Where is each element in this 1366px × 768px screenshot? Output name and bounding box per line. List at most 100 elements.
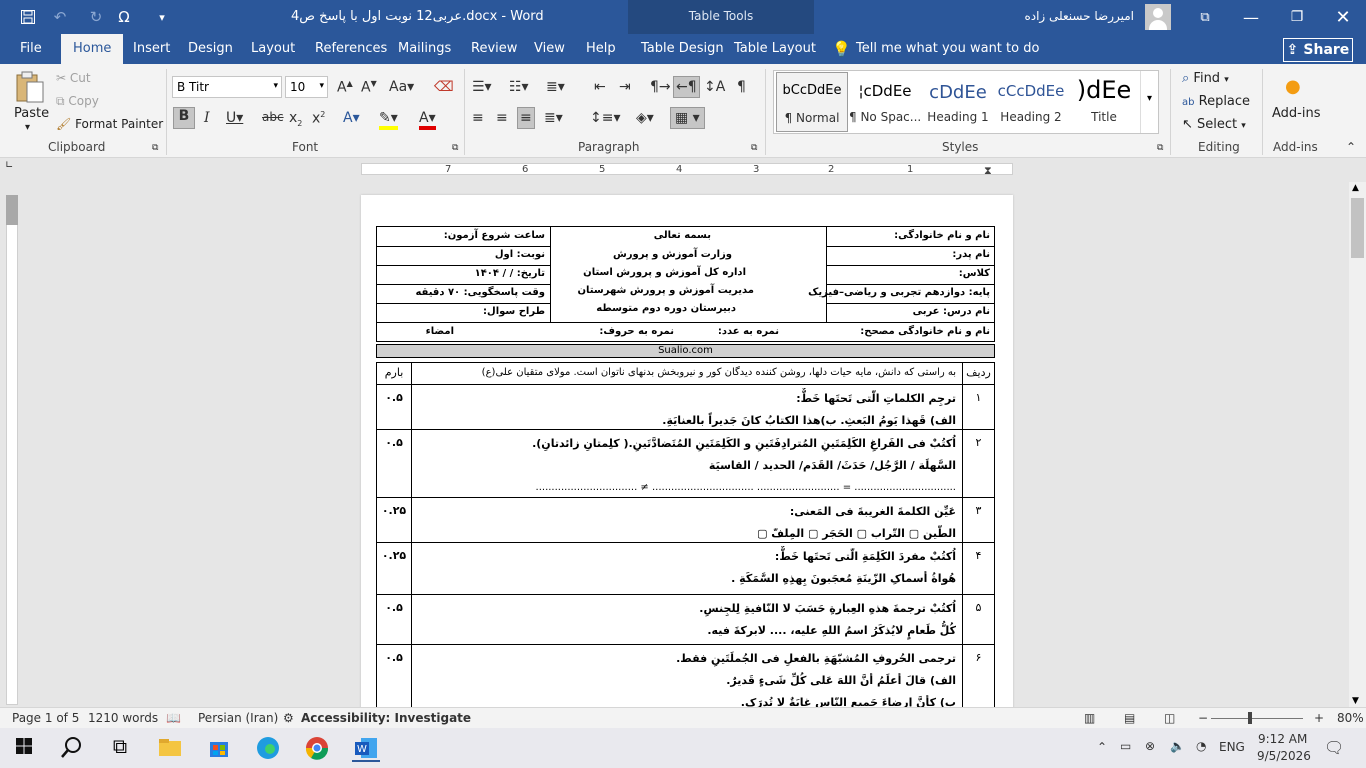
shrink-font-icon[interactable]: A▼ (361, 79, 377, 96)
collapse-ribbon-icon[interactable]: ⌃ (1346, 140, 1356, 154)
tab-design[interactable]: Design (188, 41, 233, 56)
subscript-icon[interactable]: x2 (289, 110, 302, 128)
wifi-off-icon[interactable]: ⊗ (1145, 739, 1155, 753)
justify-icon[interactable]: ≣▾ (544, 110, 563, 126)
paste-button[interactable]: Paste (14, 106, 49, 121)
addins-button[interactable]: Add-ins (1272, 106, 1320, 121)
highlight-icon[interactable]: ✎▾ (379, 110, 398, 130)
underline-icon[interactable]: U▾ (226, 110, 243, 126)
tab-references[interactable]: References (315, 41, 387, 56)
clock-date[interactable]: 9/5/2026 (1257, 749, 1311, 763)
print-layout-icon[interactable]: ▤ (1124, 711, 1135, 725)
vertical-scrollbar[interactable]: ▲ ▼ (1349, 182, 1366, 707)
align-left-icon[interactable]: ≡ (472, 110, 484, 126)
notifications-icon[interactable]: 🗨 (1324, 738, 1344, 757)
scroll-thumb[interactable] (1351, 198, 1364, 258)
customize-qat-icon[interactable]: ▾ (152, 7, 172, 27)
indent-marker-icon[interactable]: ⧗ (984, 164, 992, 178)
word-icon[interactable]: W (352, 734, 380, 762)
show-marks-icon[interactable]: ¶ (737, 79, 746, 95)
document-page[interactable]: نام و نام خانوادگی: نام پدر: کلاس: پایه:… (361, 195, 1013, 715)
multilevel-list-icon[interactable]: ≣▾ (546, 79, 565, 95)
paste-icon[interactable] (14, 70, 46, 103)
redo-icon[interactable]: ↻ (86, 7, 106, 27)
input-language[interactable]: ENG (1219, 740, 1245, 754)
tab-table-design[interactable]: Table Design (641, 41, 724, 56)
line-spacing-icon[interactable]: ↕≡▾ (590, 110, 621, 126)
format-painter-button[interactable]: 🖌 Format Painter (56, 117, 163, 131)
ltr-icon[interactable]: ¶→ (650, 79, 671, 95)
style-no-spacing[interactable]: ¦cDdEe ¶ No Spac... (849, 72, 921, 132)
avatar[interactable] (1145, 4, 1171, 30)
bold-icon[interactable]: B (173, 107, 195, 129)
edge-icon[interactable] (254, 734, 282, 762)
tell-me-input[interactable]: Tell me what you want to do (856, 41, 1039, 56)
clipboard-launcher-icon[interactable]: ⧉ (152, 143, 158, 153)
close-button[interactable]: ✕ (1320, 4, 1366, 30)
styles-launcher-icon[interactable]: ⧉ (1157, 143, 1163, 153)
symbol-icon[interactable]: Ω (114, 7, 134, 27)
ruler-track[interactable]: 7 6 5 4 3 2 1 ⧗ (361, 163, 1013, 178)
undo-icon[interactable]: ↶ (50, 7, 70, 27)
network-icon[interactable]: ◔ (1196, 739, 1206, 753)
sort-icon[interactable]: ↕A (704, 79, 725, 95)
store-icon[interactable] (205, 734, 233, 762)
battery-icon[interactable]: ▭ (1120, 739, 1131, 753)
numbering-icon[interactable]: ☷▾ (509, 79, 529, 95)
tab-selector-icon[interactable]: ∟ (5, 160, 13, 171)
clear-formatting-icon[interactable]: ⌫ (434, 79, 454, 95)
copy-button[interactable]: ⧉ Copy (56, 94, 99, 109)
word-count[interactable]: 1210 words (88, 711, 158, 725)
rtl-icon[interactable]: ←¶ (673, 76, 700, 98)
windows-start-icon[interactable] (12, 734, 40, 762)
chrome-icon[interactable] (303, 734, 331, 762)
text-effects-icon[interactable]: A▾ (343, 110, 360, 126)
tab-table-layout[interactable]: Table Layout (734, 41, 816, 56)
addins-icon[interactable]: ● (1285, 76, 1301, 97)
cut-button[interactable]: ✂ Cut (56, 71, 91, 85)
replace-button[interactable]: ab Replace (1182, 94, 1250, 109)
proofing-icon[interactable]: 📖 (166, 711, 181, 725)
share-button[interactable]: ⇪ Share (1283, 38, 1353, 62)
bullets-icon[interactable]: ☰▾ (472, 79, 492, 95)
tray-chevron-icon[interactable]: ⌃ (1097, 740, 1107, 754)
maximize-button[interactable]: ❐ (1274, 4, 1320, 30)
tab-file[interactable]: File (20, 41, 42, 56)
decrease-indent-icon[interactable]: ⇤ (594, 79, 606, 95)
zoom-slider-handle[interactable] (1248, 712, 1252, 724)
clock-time[interactable]: 9:12 AM (1258, 732, 1307, 746)
volume-icon[interactable]: 🔈 (1170, 739, 1185, 753)
ribbon-display-icon[interactable]: ⧉ (1182, 4, 1228, 30)
language-indicator[interactable]: Persian (Iran) (198, 711, 278, 725)
superscript-icon[interactable]: x2 (312, 110, 325, 127)
tab-review[interactable]: Review (471, 41, 517, 56)
zoom-slider[interactable] (1211, 718, 1303, 719)
tab-help[interactable]: Help (586, 41, 616, 56)
paragraph-launcher-icon[interactable]: ⧉ (751, 143, 757, 153)
task-view-icon[interactable]: ⧉ (106, 734, 134, 762)
zoom-level[interactable]: 80% (1337, 711, 1364, 725)
align-right-icon[interactable]: ≡ (517, 107, 535, 129)
font-color-icon[interactable]: A▾ (419, 110, 436, 130)
paste-dropdown-icon[interactable]: ▾ (25, 122, 30, 133)
find-button[interactable]: ⌕ Find ▾ (1182, 71, 1229, 86)
style-heading-1[interactable]: cDdEe Heading 1 (922, 72, 994, 132)
accessibility-status[interactable]: Accessibility: Investigate (301, 711, 471, 725)
font-name-box[interactable]: B Titr ▾ (172, 76, 282, 98)
web-layout-icon[interactable]: ◫ (1164, 711, 1175, 725)
grow-font-icon[interactable]: A▲ (337, 79, 353, 96)
tab-layout[interactable]: Layout (251, 41, 295, 56)
style-title[interactable]: )dEe Title (1068, 72, 1140, 132)
align-center-icon[interactable]: ≡ (496, 110, 508, 126)
change-case-icon[interactable]: Aa▾ (389, 79, 414, 95)
save-icon[interactable] (18, 7, 38, 27)
style-heading-2[interactable]: cCcDdEe Heading 2 (995, 72, 1067, 132)
scroll-down-icon[interactable]: ▼ (1352, 696, 1359, 706)
scroll-up-icon[interactable]: ▲ (1352, 183, 1359, 193)
strikethrough-icon[interactable]: abc (262, 110, 284, 124)
file-explorer-icon[interactable] (156, 734, 184, 762)
tab-home[interactable]: Home (61, 34, 124, 64)
zoom-in-icon[interactable]: + (1314, 711, 1324, 725)
font-size-box[interactable]: 10 ▾ (285, 76, 328, 98)
italic-icon[interactable]: I (204, 110, 210, 126)
